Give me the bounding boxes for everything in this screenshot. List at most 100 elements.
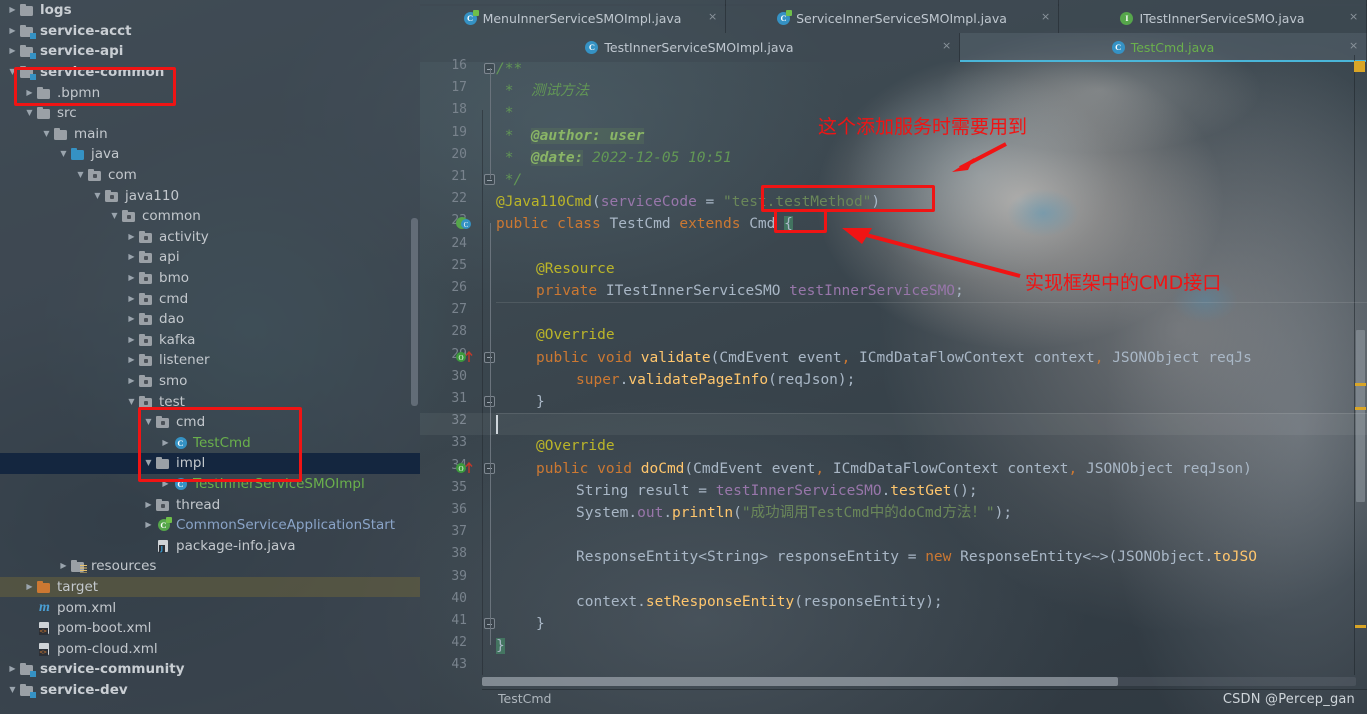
code-line[interactable]: context.setResponseEntity(responseEntity… bbox=[496, 591, 943, 613]
code-line[interactable]: super.validatePageInfo(reqJson); bbox=[496, 369, 855, 391]
editor-marker-rail[interactable] bbox=[1354, 55, 1367, 675]
chevron-right-icon[interactable]: ▶ bbox=[6, 26, 19, 35]
code-line[interactable]: @Override bbox=[496, 324, 615, 346]
code-line[interactable]: * 测试方法 bbox=[496, 80, 589, 102]
chevron-right-icon[interactable]: ▶ bbox=[125, 335, 138, 344]
tree-scrollbar[interactable] bbox=[411, 218, 418, 406]
project-tree-panel[interactable]: ▶ logs ▶ service-acct ▶ service-api ▼ service-c… bbox=[0, 0, 420, 714]
code-line[interactable]: */ bbox=[496, 169, 522, 191]
tree-item-pom-cloud-xml[interactable]: pom-cloud.xml bbox=[0, 638, 420, 659]
tree-item-label: dao bbox=[159, 311, 185, 328]
chevron-down-icon[interactable]: ▼ bbox=[6, 685, 19, 694]
tree-item-dao[interactable]: ▶ dao bbox=[0, 309, 420, 330]
chevron-right-icon[interactable]: ▶ bbox=[142, 521, 155, 529]
line-number: 35 bbox=[451, 479, 467, 495]
override-gutter-icon[interactable]: O bbox=[456, 461, 473, 474]
code-editor[interactable]: 1617181920212223242526272829303132333435… bbox=[420, 55, 1367, 675]
code-line[interactable]: String result = testInnerServiceSMO.test… bbox=[496, 480, 978, 502]
close-icon[interactable]: × bbox=[708, 11, 718, 22]
tree-item-logs[interactable]: ▶ logs bbox=[0, 0, 420, 21]
tree-item-resources[interactable]: ▶ resources bbox=[0, 556, 420, 577]
tree-item-kafka[interactable]: ▶ kafka bbox=[0, 330, 420, 351]
chevron-right-icon[interactable]: ▶ bbox=[125, 253, 138, 261]
code-line[interactable]: * @date: 2022-12-05 10:51 bbox=[496, 147, 732, 169]
editor-tab-serviceinnerservicesmoimpl[interactable]: C ServiceInnerServiceSMOImpl.java × bbox=[726, 4, 1059, 33]
tree-item-pom-boot-xml[interactable]: pom-boot.xml bbox=[0, 618, 420, 639]
close-icon[interactable]: × bbox=[1349, 11, 1359, 22]
horizontal-scrollbar-thumb[interactable] bbox=[482, 677, 1118, 686]
code-line[interactable]: public void doCmd(CmdEvent event, ICmdDa… bbox=[496, 458, 1252, 480]
close-icon[interactable]: × bbox=[1041, 11, 1051, 22]
chevron-down-icon[interactable]: ▼ bbox=[74, 171, 87, 179]
code-line[interactable]: public void validate(CmdEvent event, ICm… bbox=[496, 347, 1252, 369]
tree-item-com[interactable]: ▼ com bbox=[0, 165, 420, 186]
code-line[interactable]: @Override bbox=[496, 435, 615, 457]
chevron-right-icon[interactable]: ▶ bbox=[6, 665, 19, 673]
chevron-down-icon[interactable]: ▼ bbox=[23, 109, 36, 117]
chevron-down-icon[interactable]: ▼ bbox=[108, 212, 121, 220]
chevron-right-icon[interactable]: ▶ bbox=[125, 356, 138, 364]
editor-tab-itestinnerservicesmo[interactable]: I ITestInnerServiceSMO.java × bbox=[1059, 4, 1367, 33]
code-line[interactable]: @Resource bbox=[496, 258, 615, 280]
tree-item-activity[interactable]: ▶ activity bbox=[0, 227, 420, 248]
chevron-right-icon[interactable]: ▶ bbox=[23, 582, 36, 591]
tree-item-service-community[interactable]: ▶ service-community bbox=[0, 659, 420, 680]
code-line[interactable]: ResponseEntity<String> responseEntity = … bbox=[496, 546, 1257, 568]
close-icon[interactable]: × bbox=[942, 40, 952, 51]
tree-item-label: cmd bbox=[159, 290, 189, 307]
breadcrumb[interactable]: TestCmd bbox=[498, 691, 551, 706]
tree-item-java110[interactable]: ▼ java110 bbox=[0, 185, 420, 206]
tree-item-service-dev[interactable]: ▼ service-dev bbox=[0, 680, 420, 701]
tree-item-common[interactable]: ▼ common bbox=[0, 206, 420, 227]
code-token: /** bbox=[496, 61, 523, 77]
tree-item-src[interactable]: ▼ src bbox=[0, 103, 420, 124]
chevron-right-icon[interactable]: ▶ bbox=[125, 315, 138, 323]
code-line[interactable]: /** bbox=[496, 58, 522, 80]
code-line[interactable]: } bbox=[496, 391, 545, 413]
run-gutter-icon[interactable]: C bbox=[456, 216, 471, 230]
vertical-scrollbar-thumb[interactable] bbox=[1356, 330, 1365, 502]
chevron-down-icon[interactable]: ▼ bbox=[125, 397, 138, 406]
editor-tab-row-1[interactable]: C MenuInnerServiceSMOImpl.java × C ServiceIn… bbox=[420, 4, 1367, 33]
code-folding-column[interactable] bbox=[483, 55, 497, 675]
chevron-right-icon[interactable]: ▶ bbox=[125, 274, 138, 282]
code-token: = bbox=[696, 194, 723, 211]
chevron-down-icon[interactable]: ▼ bbox=[57, 150, 70, 158]
tree-item-commonserviceapplicationstart[interactable]: ▶ C CommonServiceApplicationStart bbox=[0, 515, 420, 536]
chevron-right-icon[interactable]: ▶ bbox=[6, 47, 19, 55]
chevron-right-icon[interactable]: ▶ bbox=[125, 376, 138, 385]
code-line[interactable]: } bbox=[496, 635, 505, 657]
chevron-right-icon[interactable]: ▶ bbox=[125, 294, 138, 303]
code-line[interactable]: * @author: user bbox=[496, 125, 645, 147]
tree-item-service-acct[interactable]: ▶ service-acct bbox=[0, 21, 420, 42]
tree-item-java[interactable]: ▼ java bbox=[0, 144, 420, 165]
close-icon[interactable]: × bbox=[1349, 40, 1359, 51]
tree-item-package-info-java[interactable]: package-info.java bbox=[0, 535, 420, 556]
chevron-right-icon[interactable]: ▶ bbox=[125, 232, 138, 241]
code-line[interactable]: System.out.println("成功调用TestCmd中的doCmd方法… bbox=[496, 502, 1012, 524]
chevron-down-icon[interactable]: ▼ bbox=[91, 191, 104, 200]
chevron-down-icon[interactable]: ▼ bbox=[40, 129, 53, 138]
editor-tab-menuinnerservicesmoimpl[interactable]: C MenuInnerServiceSMOImpl.java × bbox=[420, 4, 726, 33]
tree-item-target[interactable]: ▶ target bbox=[0, 576, 420, 598]
chevron-right-icon[interactable]: ▶ bbox=[57, 562, 70, 570]
tree-item-service-api[interactable]: ▶ service-api bbox=[0, 41, 420, 62]
tree-item-cmd[interactable]: ▶ cmd bbox=[0, 288, 420, 309]
override-gutter-icon[interactable]: O bbox=[456, 350, 473, 363]
tree-item-pom-xml[interactable]: m pom.xml bbox=[0, 597, 420, 618]
tree-item-thread[interactable]: ▶ thread bbox=[0, 494, 420, 515]
code-line[interactable]: } bbox=[496, 613, 545, 635]
code-line[interactable]: public class TestCmd extends Cmd { bbox=[496, 213, 793, 235]
tree-item-smo[interactable]: ▶ smo bbox=[0, 371, 420, 392]
tree-item-listener[interactable]: ▶ listener bbox=[0, 350, 420, 371]
chevron-right-icon[interactable]: ▶ bbox=[142, 500, 155, 509]
resources-folder-icon bbox=[70, 559, 87, 574]
chevron-right-icon[interactable]: ▶ bbox=[6, 6, 19, 14]
tree-item-main[interactable]: ▼ main bbox=[0, 124, 420, 145]
horizontal-scrollbar[interactable] bbox=[482, 677, 1356, 686]
tree-item-bmo[interactable]: ▶ bmo bbox=[0, 268, 420, 289]
rail-mark bbox=[1355, 407, 1366, 410]
code-line[interactable]: * bbox=[496, 102, 514, 124]
module-folder-icon bbox=[19, 24, 36, 39]
tree-item-api[interactable]: ▶ api bbox=[0, 247, 420, 268]
